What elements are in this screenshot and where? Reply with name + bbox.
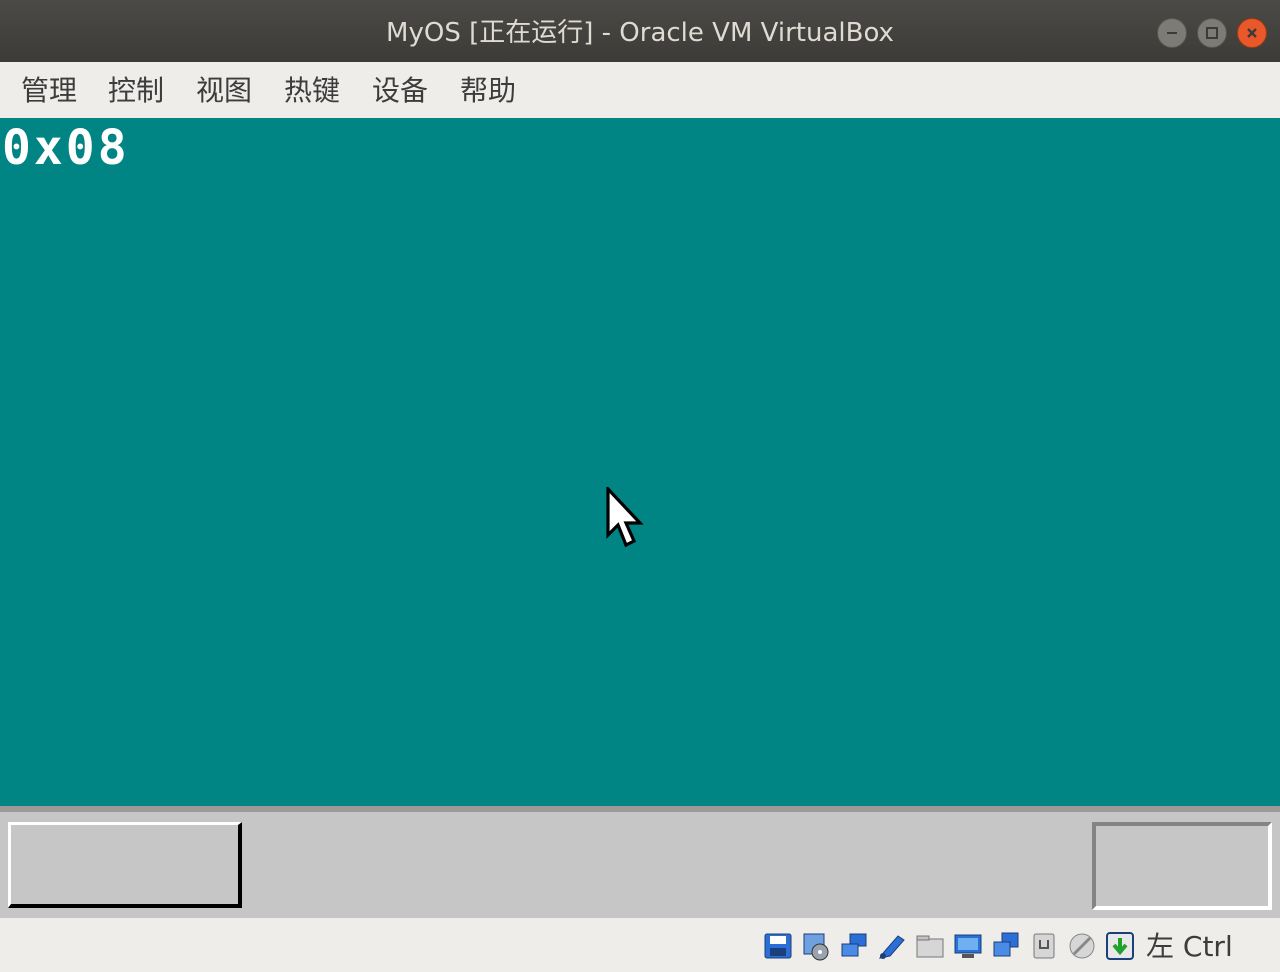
minimize-icon [1167, 32, 1177, 34]
video-capture-icon[interactable] [1028, 930, 1060, 962]
window-title: MyOS [正在运行] - Oracle VM VirtualBox [386, 18, 894, 48]
menu-input[interactable]: 热键 [284, 74, 340, 108]
menu-view[interactable]: 视图 [196, 74, 252, 108]
mouse-integration-icon[interactable] [1066, 930, 1098, 962]
display-icon[interactable] [990, 930, 1022, 962]
vm-screen-text: 0x08 [2, 120, 130, 176]
window-title-bar[interactable]: MyOS [正在运行] - Oracle VM VirtualBox [0, 0, 1280, 63]
close-button[interactable] [1237, 18, 1267, 48]
maximize-button[interactable] [1197, 18, 1227, 48]
close-icon [1247, 28, 1257, 38]
vm-status-bar: 左 Ctrl [0, 918, 1280, 972]
network-icon[interactable] [876, 930, 908, 962]
keyboard-capture-icon[interactable] [1104, 930, 1136, 962]
menu-help[interactable]: 帮助 [460, 74, 516, 108]
menu-bar: 管理 控制 视图 热键 设备 帮助 [0, 62, 1280, 119]
minimize-button[interactable] [1157, 18, 1187, 48]
maximize-icon [1206, 27, 1218, 39]
guest-taskbar [0, 812, 1280, 918]
host-key-label: 左 Ctrl [1146, 930, 1233, 963]
vm-display[interactable]: 0x08 [0, 118, 1280, 808]
hard-disk-icon[interactable] [762, 930, 794, 962]
mouse-cursor-icon [606, 487, 644, 548]
guest-start-button[interactable] [8, 822, 242, 908]
menu-devices[interactable]: 设备 [372, 74, 428, 108]
usb-icon[interactable] [914, 930, 946, 962]
optical-drive-icon[interactable] [800, 930, 832, 962]
audio-icon[interactable] [838, 930, 870, 962]
shared-folders-icon[interactable] [952, 930, 984, 962]
menu-machine[interactable]: 管理 [21, 74, 77, 108]
menu-control[interactable]: 控制 [108, 74, 164, 108]
guest-tray-area [1092, 822, 1272, 910]
